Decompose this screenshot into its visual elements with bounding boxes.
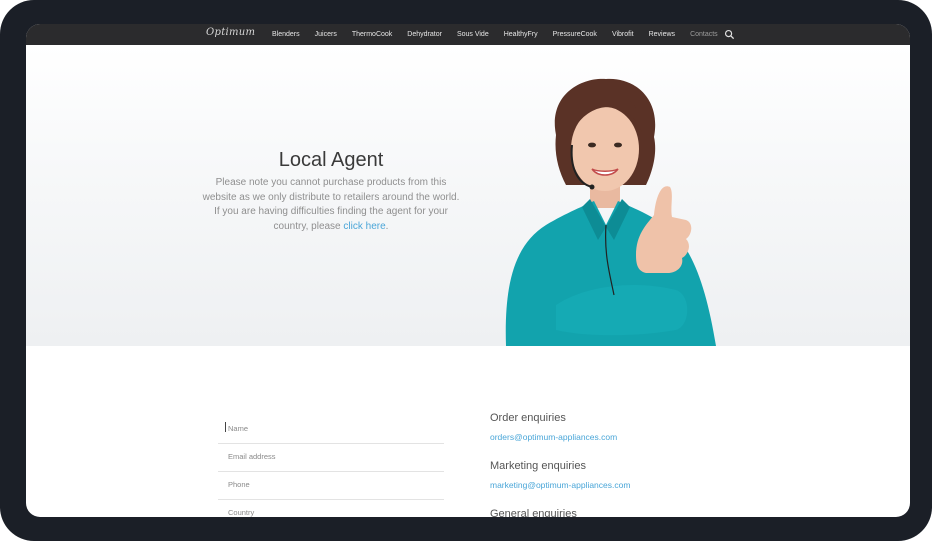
order-email-link[interactable]: orders@optimum-appliances.com — [490, 432, 617, 442]
nav-blenders[interactable]: Blenders — [272, 31, 300, 38]
nav-reviews[interactable]: Reviews — [649, 31, 675, 38]
email-input[interactable] — [226, 451, 430, 462]
phone-field-row — [218, 472, 444, 500]
optimum-logo[interactable]: Optimum — [206, 27, 255, 38]
general-enquiries-title: General enquiries — [490, 508, 577, 517]
nav-juicers[interactable]: Juicers — [315, 31, 337, 38]
support-agent-image — [505, 78, 716, 346]
click-here-link[interactable]: click here — [343, 221, 385, 232]
device-frame: Optimum Blenders Juicers ThermoCook Dehy… — [0, 0, 932, 541]
page-title: Local Agent — [278, 149, 384, 171]
nav-healthyfry[interactable]: HealthyFry — [504, 31, 538, 38]
order-enquiries: Order enquiries orders@optimum-appliance… — [490, 412, 750, 445]
hero-body-end: . — [385, 220, 389, 232]
main-menu: Blenders Juicers ThermoCook Dehydrator S… — [272, 24, 733, 45]
nav-sous-vide[interactable]: Sous Vide — [457, 31, 489, 38]
general-enquiries: General enquiries — [490, 508, 750, 517]
marketing-email-link[interactable]: marketing@optimum-appliances.com — [490, 480, 630, 490]
nav-thermocook[interactable]: ThermoCook — [352, 31, 392, 38]
browser-screen: Optimum Blenders Juicers ThermoCook Dehy… — [26, 24, 910, 517]
nav-dehydrator[interactable]: Dehydrator — [407, 31, 442, 38]
country-input[interactable] — [226, 507, 430, 517]
order-enquiries-title: Order enquiries — [490, 412, 566, 424]
email-field-row — [218, 444, 444, 472]
marketing-enquiries-title: Marketing enquiries — [490, 460, 586, 472]
nav-vibrofit[interactable]: Vibrofit — [612, 31, 634, 38]
nav-pressurecook[interactable]: PressureCook — [553, 31, 597, 38]
search-icon[interactable] — [724, 29, 735, 40]
nav-contacts[interactable]: Contacts — [690, 31, 718, 38]
hero-text-block: Local Agent Please note you cannot purch… — [201, 149, 461, 234]
contact-form — [218, 416, 444, 517]
marketing-enquiries: Marketing enquiries marketing@optimum-ap… — [490, 460, 750, 493]
name-input[interactable] — [226, 423, 430, 434]
country-field-row — [218, 500, 444, 517]
enquiry-contacts: Order enquiries orders@optimum-appliance… — [490, 412, 750, 517]
hero-body-text: Please note you cannot purchase products… — [202, 177, 460, 232]
name-field-row — [218, 416, 444, 444]
top-navigation: Optimum Blenders Juicers ThermoCook Dehy… — [26, 24, 910, 45]
hero-description: Please note you cannot purchase products… — [201, 176, 461, 234]
phone-input[interactable] — [226, 479, 430, 490]
hero-banner: Local Agent Please note you cannot purch… — [26, 45, 910, 346]
